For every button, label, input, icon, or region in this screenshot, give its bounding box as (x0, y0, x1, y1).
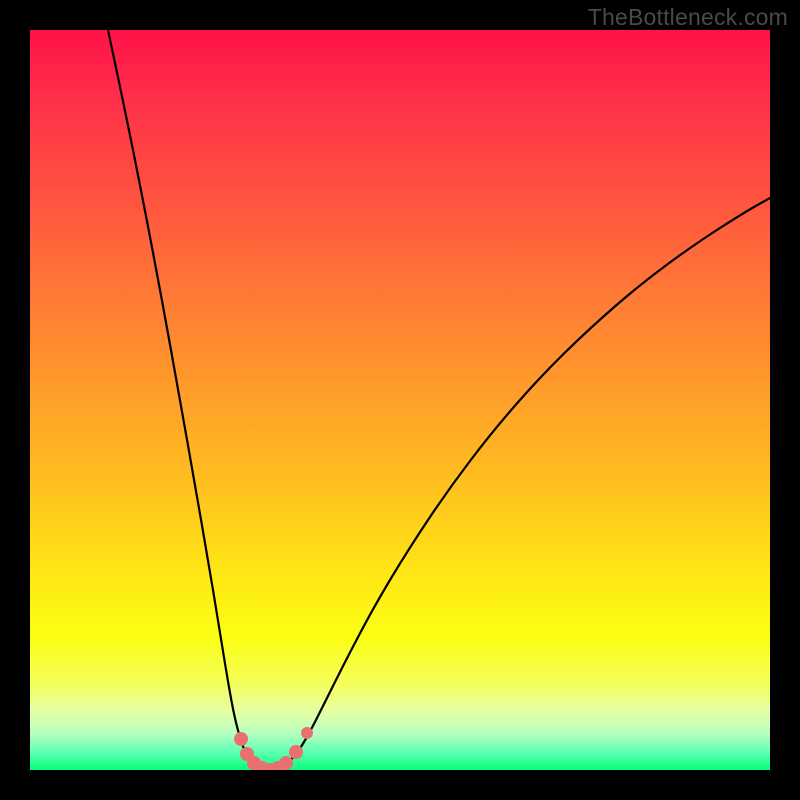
trough-marker (301, 727, 313, 739)
trough-marker (289, 745, 303, 759)
trough-marker (279, 756, 293, 770)
left-branch-path (108, 30, 268, 770)
trough-marker (234, 732, 248, 746)
right-branch-path (268, 198, 770, 770)
watermark-text: TheBottleneck.com (588, 4, 788, 31)
curve-layer (30, 30, 770, 770)
chart-stage: TheBottleneck.com (0, 0, 800, 800)
plot-area (30, 30, 770, 770)
trough-markers (234, 727, 313, 770)
